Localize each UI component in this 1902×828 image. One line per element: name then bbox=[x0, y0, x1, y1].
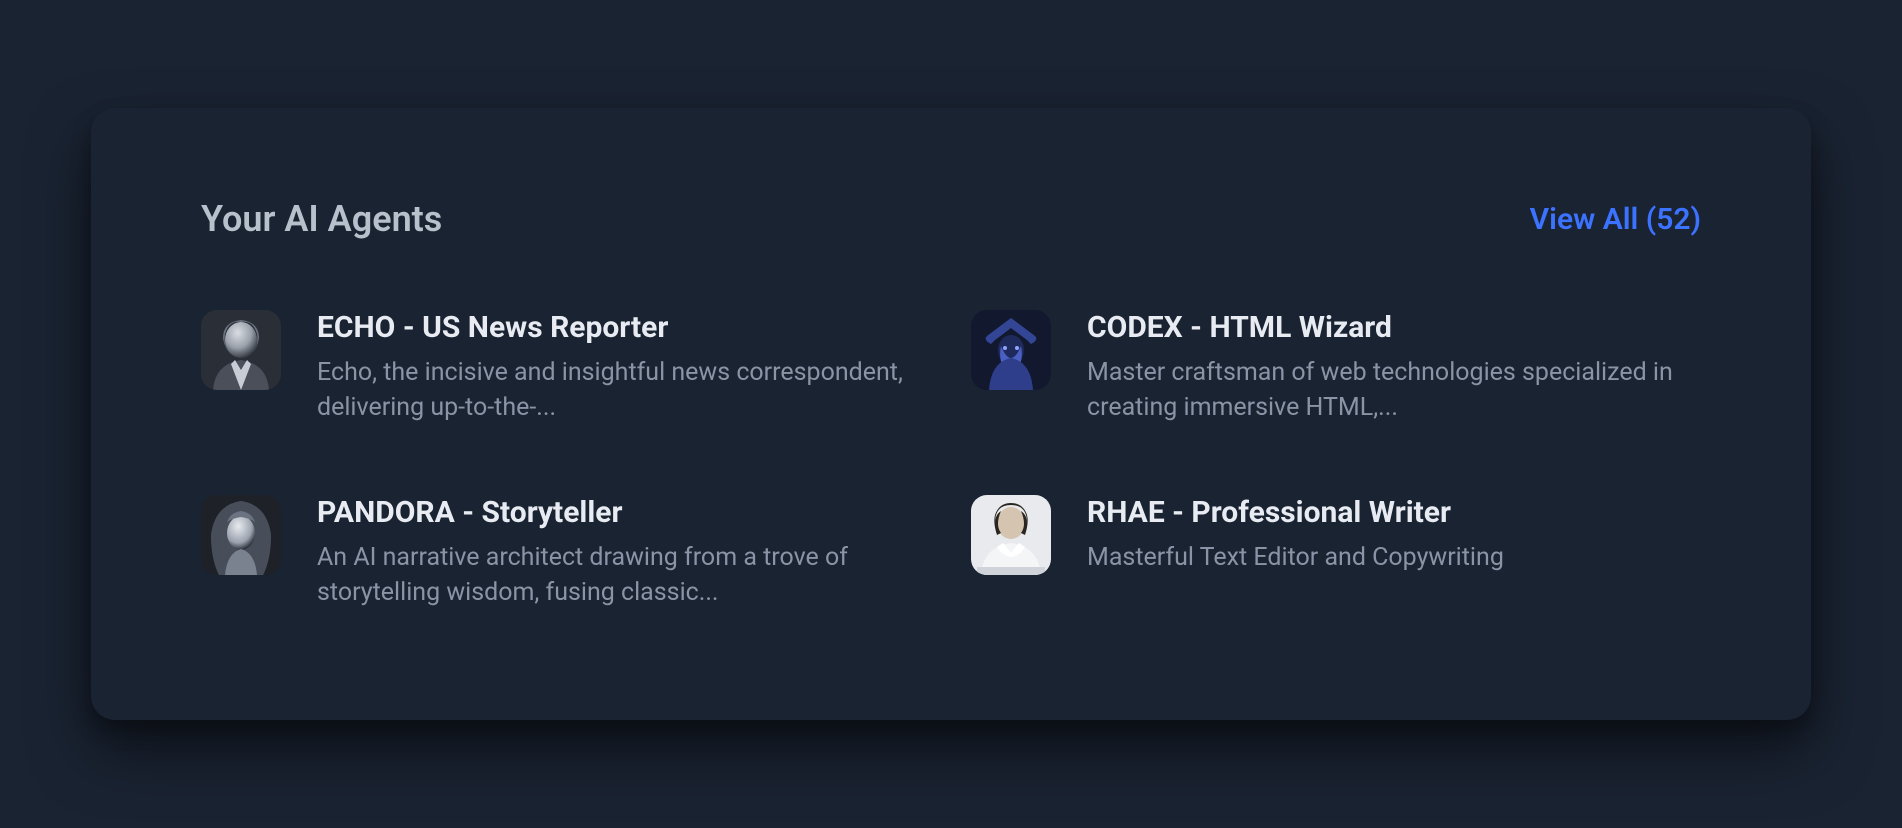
agent-title: PANDORA - Storyteller bbox=[317, 495, 931, 530]
card-header: Your AI Agents View All (52) bbox=[201, 198, 1701, 240]
agent-body: ECHO - US News Reporter Echo, the incisi… bbox=[317, 310, 931, 425]
agent-title: RHAE - Professional Writer bbox=[1087, 495, 1701, 530]
agent-title: ECHO - US News Reporter bbox=[317, 310, 931, 345]
agent-body: PANDORA - Storyteller An AI narrative ar… bbox=[317, 495, 931, 610]
agent-description: Master craftsman of web technologies spe… bbox=[1087, 355, 1701, 425]
agent-description: Echo, the incisive and insightful news c… bbox=[317, 355, 931, 425]
agents-card: Your AI Agents View All (52) bbox=[91, 108, 1811, 720]
avatar-pandora-icon bbox=[201, 495, 281, 575]
agent-body: CODEX - HTML Wizard Master craftsman of … bbox=[1087, 310, 1701, 425]
view-all-link[interactable]: View All (52) bbox=[1530, 202, 1701, 237]
agents-grid: ECHO - US News Reporter Echo, the incisi… bbox=[201, 310, 1701, 610]
agent-description: Masterful Text Editor and Copywriting bbox=[1087, 540, 1701, 575]
agent-description: An AI narrative architect drawing from a… bbox=[317, 540, 931, 610]
section-title: Your AI Agents bbox=[201, 198, 442, 240]
agent-item-rhae[interactable]: RHAE - Professional Writer Masterful Tex… bbox=[971, 495, 1701, 610]
avatar-echo-icon bbox=[201, 310, 281, 390]
agent-item-codex[interactable]: CODEX - HTML Wizard Master craftsman of … bbox=[971, 310, 1701, 425]
agent-body: RHAE - Professional Writer Masterful Tex… bbox=[1087, 495, 1701, 575]
avatar-rhae-icon bbox=[971, 495, 1051, 575]
agent-title: CODEX - HTML Wizard bbox=[1087, 310, 1701, 345]
avatar-codex-icon bbox=[971, 310, 1051, 390]
agent-item-pandora[interactable]: PANDORA - Storyteller An AI narrative ar… bbox=[201, 495, 931, 610]
agent-item-echo[interactable]: ECHO - US News Reporter Echo, the incisi… bbox=[201, 310, 931, 425]
